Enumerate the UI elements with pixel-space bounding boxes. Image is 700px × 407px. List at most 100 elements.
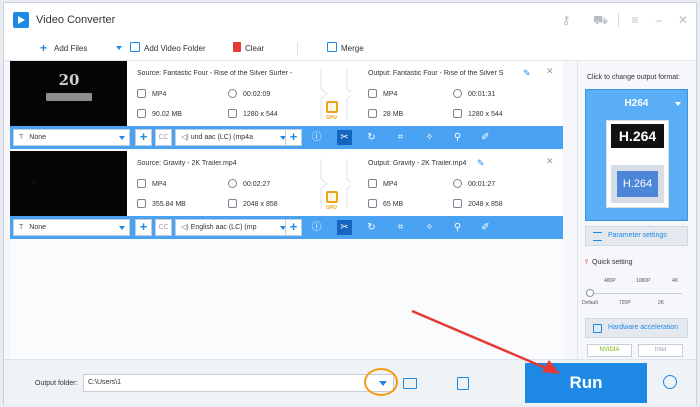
title-bar: Video Converter ⚷ ⛟ ≡ – ✕ <box>4 3 696 37</box>
text-icon: T <box>19 224 24 231</box>
resolution-icon <box>453 109 462 118</box>
subtitle-select[interactable]: T None <box>13 219 130 236</box>
subtitle-edit-icon[interactable]: ✐ <box>478 130 493 145</box>
source-resolution: 1280 x 544 <box>228 109 278 118</box>
add-subtitle-button[interactable]: + <box>135 219 152 236</box>
hardware-acceleration-button[interactable]: Hardware acceleration <box>585 318 688 338</box>
format-icon <box>368 89 377 98</box>
alarm-clock-icon[interactable] <box>663 375 677 389</box>
output-format: MP4 <box>368 89 397 98</box>
list-item[interactable]: 20 Source: Fantastic Four - Rise of the … <box>10 61 563 149</box>
info-icon[interactable]: ⓘ <box>309 220 324 235</box>
gpu-label: GPU <box>326 115 337 121</box>
audio-track-select[interactable]: ◁) English aac (LC) (mp <box>175 219 291 236</box>
highlight-circle <box>364 368 398 396</box>
scale-480p: 480P <box>604 278 616 284</box>
crop-icon[interactable]: ⌗ <box>393 220 408 235</box>
add-audio-button[interactable]: + <box>285 129 302 146</box>
add-audio-button[interactable]: + <box>285 219 302 236</box>
output-format: MP4 <box>368 179 397 188</box>
format-name: H264 <box>624 98 649 109</box>
clock-icon <box>228 179 237 188</box>
cart-icon[interactable]: ⛟ <box>593 13 608 27</box>
info-icon[interactable]: ⓘ <box>309 130 324 145</box>
parameter-settings-button[interactable]: Parameter settings <box>585 226 688 246</box>
bottom-bar: Output folder: C:\Users\1 Run <box>4 359 696 405</box>
output-folder-label: Output folder: <box>35 380 78 387</box>
cut-icon[interactable]: ✂ <box>337 220 352 235</box>
cc-icon[interactable]: CC <box>155 129 172 146</box>
source-resolution: 2048 x 858 <box>228 199 278 208</box>
remove-item-icon[interactable]: ✕ <box>546 156 554 167</box>
minimize-icon[interactable]: – <box>652 13 666 27</box>
format-icon <box>137 89 146 98</box>
edit-icon[interactable]: ✎ <box>523 68 531 79</box>
source-format: MP4 <box>137 89 166 98</box>
clock-icon <box>453 179 462 188</box>
file-list: 20 Source: Fantastic Four - Rise of the … <box>10 61 563 359</box>
file-size-icon <box>137 109 146 118</box>
scale-default: Default <box>582 300 598 306</box>
gpu-icon <box>326 101 338 113</box>
effects-icon[interactable]: ✧ <box>422 130 437 145</box>
scale-2k: 2K <box>658 300 665 306</box>
chip-icon <box>593 324 602 333</box>
close-window-icon[interactable]: ✕ <box>676 13 690 27</box>
quick-setting-label: ⫯ Quick setting <box>585 259 633 266</box>
resolution-icon <box>453 199 462 208</box>
main-toolbar: + Add Files Add Video Folder Clear Merge <box>4 37 696 61</box>
file-size-icon <box>368 109 377 118</box>
add-files-label: Add Files <box>54 44 88 53</box>
quality-slider-handle[interactable] <box>586 289 594 297</box>
output-preview-icon[interactable] <box>457 377 469 390</box>
list-item[interactable]: ... Source: Gravity - 2K Trailer.mp4 MP4… <box>10 151 563 239</box>
effects-icon[interactable]: ✧ <box>422 220 437 235</box>
subtitle-select[interactable]: T None <box>13 129 130 146</box>
add-video-folder-button[interactable]: Add Video Folder <box>116 42 206 56</box>
nvidia-badge[interactable]: NVIDIA <box>587 344 632 357</box>
scale-720p: 720P <box>619 300 631 306</box>
video-thumbnail[interactable]: 20 <box>10 61 127 126</box>
output-size: 65 MB <box>368 199 403 208</box>
speaker-icon: ◁) <box>181 224 189 231</box>
rotate-icon[interactable]: ↻ <box>364 130 379 145</box>
key-icon[interactable]: ⚷ <box>559 13 573 27</box>
clear-button[interactable]: Clear <box>233 42 264 56</box>
run-button[interactable]: Run <box>525 363 647 403</box>
output-size: 28 MB <box>368 109 403 118</box>
format-icon <box>137 179 146 188</box>
sliders-icon <box>593 232 602 241</box>
subtitle-edit-icon[interactable]: ✐ <box>478 220 493 235</box>
add-subtitle-button[interactable]: + <box>135 129 152 146</box>
output-format-selector[interactable]: H264 H.264 H.264 <box>585 89 688 221</box>
menu-icon[interactable]: ≡ <box>628 13 642 27</box>
format-icon-bottom: H.264 <box>617 171 658 197</box>
quality-slider-track[interactable] <box>590 293 682 294</box>
watermark-icon[interactable]: ⚲ <box>450 220 465 235</box>
gpu-label: GPU <box>326 205 337 211</box>
audio-track-select[interactable]: ◁) und aac (LC) (mp4a <box>175 129 291 146</box>
add-files-button[interactable]: + Add Files <box>40 42 87 56</box>
plus-icon: + <box>40 41 48 55</box>
text-icon: T <box>19 134 24 141</box>
h264-format-icon: H.264 H.264 <box>606 120 669 208</box>
format-hint: Click to change output format: <box>587 74 680 81</box>
cc-icon[interactable]: CC <box>155 219 172 236</box>
cut-icon[interactable]: ✂ <box>337 130 352 145</box>
trash-icon <box>233 42 241 52</box>
output-folder-input[interactable]: C:\Users\1 <box>83 374 394 392</box>
app-window: Video Converter ⚷ ⛟ ≡ – ✕ + Add Files Add… <box>3 2 697 405</box>
crop-icon[interactable]: ⌗ <box>393 130 408 145</box>
open-folder-icon[interactable] <box>403 378 417 389</box>
merge-icon <box>327 42 337 52</box>
watermark-icon[interactable]: ⚲ <box>450 130 465 145</box>
gpu-icon <box>326 191 338 203</box>
output-duration: 00:01:27 <box>453 179 495 188</box>
video-thumbnail[interactable]: ... <box>10 151 127 216</box>
intel-badge[interactable]: Intel <box>638 344 683 357</box>
output-format-panel: Click to change output format: H264 H.26… <box>577 61 693 359</box>
remove-item-icon[interactable]: ✕ <box>546 66 554 77</box>
merge-button[interactable]: Merge <box>327 42 364 56</box>
rotate-icon[interactable]: ↻ <box>364 220 379 235</box>
edit-icon[interactable]: ✎ <box>477 158 485 169</box>
